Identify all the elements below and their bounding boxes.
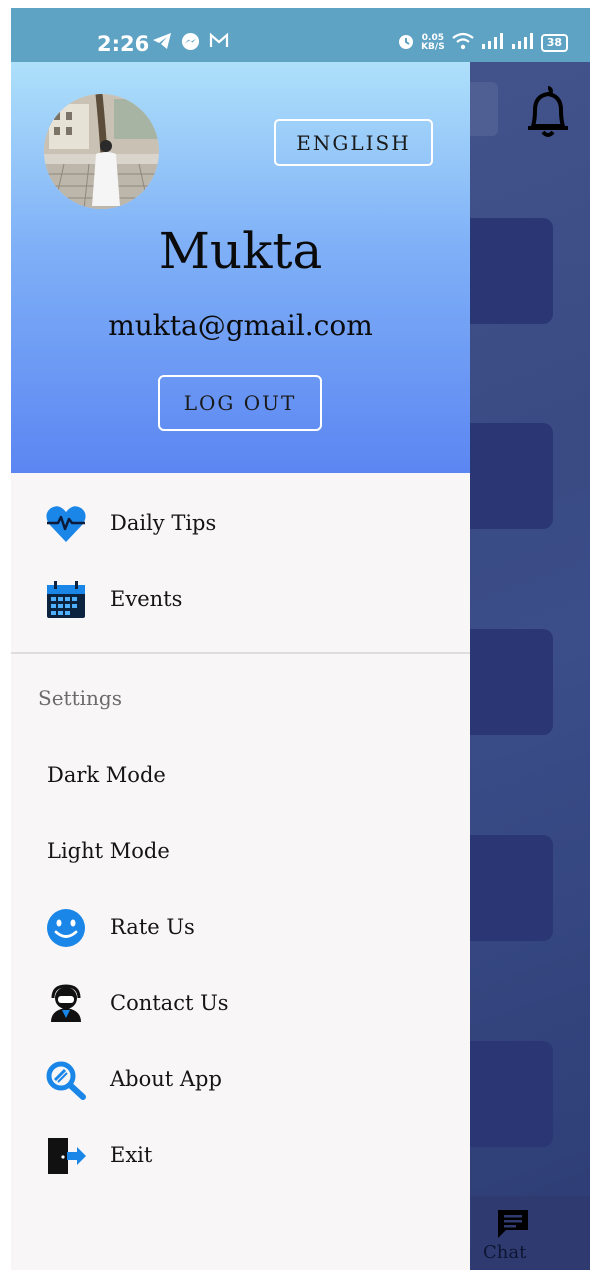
menu-item-label: About App: [110, 1067, 222, 1091]
wifi-icon: [451, 32, 475, 54]
logout-button[interactable]: LOG OUT: [158, 375, 322, 431]
background-card: [456, 423, 553, 529]
user-email: mukta@gmail.com: [108, 309, 373, 342]
gmail-icon: [209, 32, 229, 53]
menu-item-dark-mode[interactable]: Dark Mode: [47, 763, 166, 787]
bottom-nav: Chat: [471, 1196, 590, 1270]
alarm-icon: [397, 32, 415, 54]
navigation-drawer: ENGLISH Mukta mukta@gmail.com LOG OUT Da…: [11, 62, 470, 1270]
chat-tab-label[interactable]: Chat: [483, 1242, 526, 1263]
settings-section-title: Settings: [38, 686, 122, 710]
exit-door-icon: [45, 1136, 87, 1176]
user-name: Mukta: [158, 222, 323, 280]
status-bar: 2:26 0.05 KB/S 38: [11, 8, 590, 62]
battery-indicator: 38: [540, 34, 568, 52]
menu-item-about-app[interactable]: About App: [11, 1050, 470, 1110]
net-speed-unit: KB/S: [421, 42, 445, 52]
magnifier-icon: [45, 1060, 87, 1100]
menu-item-daily-tips[interactable]: Daily Tips: [11, 494, 470, 554]
menu-item-contact-us[interactable]: Contact Us: [11, 974, 470, 1034]
status-right: 0.05 KB/S 38: [397, 32, 568, 54]
menu-item-label: Exit: [110, 1143, 153, 1167]
menu-item-label: Contact Us: [110, 991, 229, 1015]
menu-item-light-mode[interactable]: Light Mode: [47, 839, 170, 863]
calendar-icon: [45, 580, 87, 620]
background-card: [456, 1041, 553, 1147]
messenger-icon: [181, 32, 200, 56]
drawer-divider: [11, 652, 470, 654]
menu-item-label: Events: [110, 587, 183, 611]
net-speed: 0.05 KB/S: [421, 34, 445, 52]
menu-item-label: Daily Tips: [110, 511, 217, 535]
menu-item-label: Rate Us: [110, 915, 195, 939]
avatar[interactable]: [44, 94, 159, 209]
chat-icon[interactable]: [496, 1208, 530, 1240]
menu-item-rate-us[interactable]: Rate Us: [11, 898, 470, 958]
phone-screen: 2:26 0.05 KB/S 38 Chat ENGLISH Mukta muk…: [11, 8, 590, 1270]
signal-icon: [511, 33, 535, 53]
support-agent-icon: [45, 984, 87, 1024]
heart-pulse-icon: [45, 504, 87, 544]
signal-icon: [481, 33, 505, 53]
status-time: 2:26: [97, 32, 150, 56]
menu-item-exit[interactable]: Exit: [11, 1126, 470, 1186]
drawer-header: ENGLISH Mukta mukta@gmail.com LOG OUT: [11, 62, 470, 473]
background-card: [456, 629, 553, 735]
language-button[interactable]: ENGLISH: [274, 119, 433, 166]
telegram-icon: [152, 32, 172, 55]
background-card: [456, 835, 553, 941]
background-card: [456, 218, 553, 324]
menu-item-events[interactable]: Events: [11, 570, 470, 630]
smiley-icon: [45, 908, 87, 948]
bell-icon[interactable]: [523, 84, 573, 140]
